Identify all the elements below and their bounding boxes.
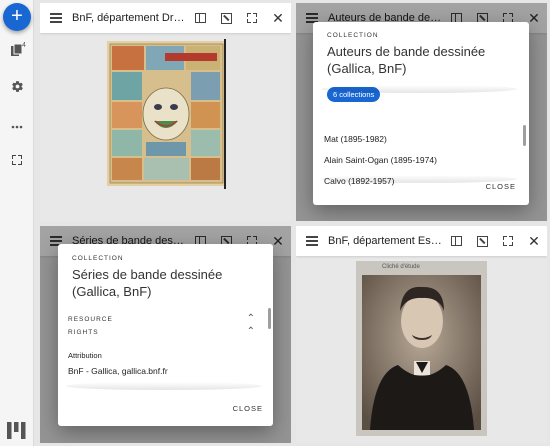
collection-dialog: COLLECTION Séries de bande dessinée (Gal… [58, 244, 273, 426]
photo-caption: Cliché d'étude [382, 264, 420, 270]
dialog-overline: COLLECTION [72, 255, 124, 262]
window-menu-icon[interactable] [50, 13, 62, 23]
resize-icon [476, 235, 488, 247]
maximize-button[interactable] [239, 5, 265, 31]
maximize-icon [503, 236, 513, 246]
split-view-icon [450, 236, 462, 246]
attribution-label: Attribution [68, 351, 102, 360]
window-portrait: BnF, département Esta… ✕ Cliché d'étude [296, 226, 547, 443]
resize-icon [220, 12, 232, 24]
comic-page-image [107, 41, 226, 186]
fullscreen-icon[interactable] [8, 151, 26, 169]
chevron-up-icon: ⌃ [246, 313, 256, 324]
window-series: Séries de bande dessiné ✕ COLLECTION Sér… [40, 226, 291, 443]
image-viewer[interactable]: Cliché d'étude [296, 256, 547, 443]
window-title: BnF, département Droit,… [72, 12, 187, 24]
dialog-scrollbar[interactable] [268, 308, 271, 329]
resource-section-toggle[interactable]: RESOURCE ⌃ [68, 313, 268, 324]
list-item[interactable]: Mat (1895-1982) [324, 129, 514, 150]
close-button[interactable]: CLOSE [486, 182, 516, 191]
image-viewer[interactable] [40, 33, 291, 221]
close-window-button[interactable]: ✕ [265, 5, 291, 31]
add-resource-button[interactable]: + [3, 3, 31, 31]
close-window-button[interactable]: ✕ [521, 228, 547, 254]
page-edge [224, 39, 226, 189]
split-view-button[interactable] [187, 5, 213, 31]
split-view-icon [194, 13, 206, 23]
close-icon: ✕ [272, 10, 284, 26]
dialog-scrollbar[interactable] [523, 125, 526, 146]
more-horizontal-icon[interactable] [8, 116, 26, 134]
window-menu-icon[interactable] [306, 236, 318, 246]
resize-button[interactable] [213, 5, 239, 31]
rights-section-toggle[interactable]: RIGHTS ⌃ [68, 326, 268, 337]
mirador-logo-icon [7, 420, 26, 439]
resize-button[interactable] [469, 228, 495, 254]
gear-icon[interactable] [8, 80, 26, 98]
workspace-rail: + 4 [0, 0, 34, 446]
section-label: RIGHTS [68, 329, 99, 336]
dialog-title: Auteurs de bande dessinée (Gallica, BnF) [327, 44, 486, 76]
list-item[interactable]: Alain Saint-Ogan (1895-1974) [324, 150, 514, 171]
maximize-button[interactable] [495, 228, 521, 254]
collections-count-badge: 4 [22, 42, 26, 49]
maximize-icon [247, 13, 257, 23]
section-label: RESOURCE [68, 316, 113, 323]
dialog-overline: COLLECTION [327, 32, 379, 39]
portrait-photo-image [356, 261, 487, 436]
window-topbar: BnF, département Droit,… ✕ [40, 3, 291, 33]
window-title: BnF, département Esta… [328, 235, 443, 247]
window-auteurs: Auteurs de bande dessiné ✕ COLLECTION Au… [296, 3, 547, 221]
collection-dialog: COLLECTION Auteurs de bande dessinée (Ga… [313, 22, 529, 205]
attribution-value: BnF - Gallica, gallica.bnf.fr [68, 366, 168, 376]
close-button[interactable]: CLOSE [233, 404, 263, 413]
header-divider-shadow [321, 85, 517, 93]
dialog-title: Séries de bande dessinée (Gallica, BnF) [72, 267, 223, 299]
window-topbar: BnF, département Esta… ✕ [296, 226, 547, 256]
window-comic: BnF, département Droit,… ✕ [40, 3, 291, 221]
split-view-button[interactable] [443, 228, 469, 254]
footer-divider-shadow [66, 382, 262, 390]
close-icon: ✕ [528, 233, 540, 249]
chevron-up-icon: ⌃ [246, 326, 256, 337]
